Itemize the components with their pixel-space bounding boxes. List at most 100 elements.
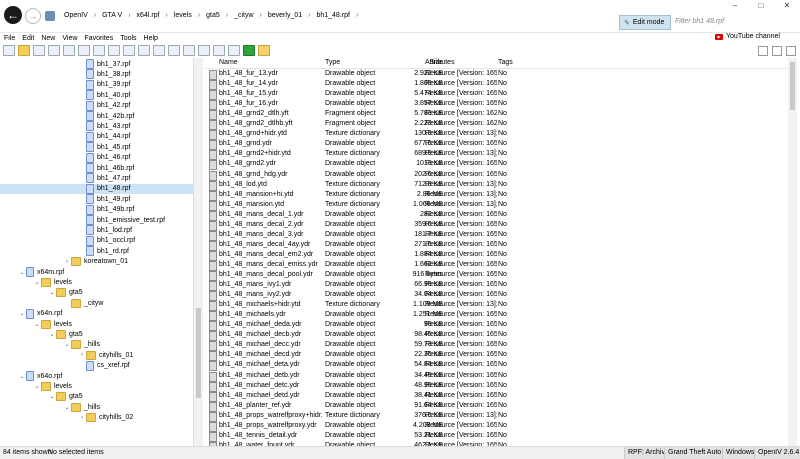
folder-tree[interactable]: bh1_37.rpf bh1_38.rpf bh1_39.rpf bh1_40.rpf… (0, 58, 194, 446)
table-row[interactable]: bh1_48_fur_14.ydr Drawable object 1.808 KB… (205, 79, 787, 91)
table-row[interactable]: bh1_48_michaels.ydr Drawable object 1.251 … (205, 310, 787, 322)
tree-item[interactable]: bh1_38.rpf (78, 69, 130, 80)
tree-item[interactable]: bh1_44.rpf (78, 131, 130, 142)
tree-item[interactable]: _cityw (63, 298, 103, 308)
tree-item[interactable]: ⌄ levels (33, 277, 72, 287)
chevron-down-icon[interactable]: ⌄ (48, 393, 56, 400)
table-row[interactable]: bh1_48_michael_deta.ydr Drawable object 54… (205, 360, 787, 372)
paste-icon[interactable] (93, 45, 105, 56)
chevron-down-icon[interactable]: ⌄ (63, 404, 71, 411)
table-row[interactable]: bh1_48_grnd2_dtlh.yft Fragment object 5.78… (205, 109, 787, 121)
table-row[interactable]: bh1_48_mans_ivy2.ydr Drawable object 34.04… (205, 290, 787, 302)
table-row[interactable]: bh1_48_michael_detc.ydr Drawable object 48… (205, 381, 787, 392)
tree-item[interactable]: bh1_49b.rpf (78, 204, 134, 215)
table-row[interactable]: bh1_48_mans_ivy1.ydr Drawable object 66.99… (205, 280, 787, 292)
chevron-down-icon[interactable]: ⌄ (18, 373, 26, 380)
properties-icon[interactable] (198, 45, 210, 56)
tree-item[interactable]: ⌄ levels (33, 319, 72, 329)
tree-item[interactable]: ⌄ x64m.rpf (18, 267, 64, 277)
table-row[interactable]: bh1_48_fur_13.ydr Drawable object 2.922 KB… (205, 69, 787, 80)
chevron-down-icon[interactable]: ⌄ (33, 383, 41, 390)
column-header-type[interactable]: Type (325, 58, 395, 68)
table-row[interactable]: bh1_48_grnd2_dtlhb.yft Fragment object 2.2… (205, 119, 787, 131)
column-header-name[interactable]: Name (219, 58, 323, 68)
chevron-down-icon[interactable]: ⌄ (18, 269, 26, 276)
edit-mode-button[interactable]: ✎ Edit mode (619, 15, 671, 30)
filter-input[interactable]: Filter bh1 48.rpf (675, 15, 795, 28)
table-row[interactable]: bh1_48_michaels+hidr.ytd Texture dictiona… (205, 300, 787, 312)
print-icon[interactable] (48, 45, 60, 56)
table-row[interactable]: bh1_48_grnd2+hidr.ytd Texture dictionary 6… (205, 149, 787, 161)
table-row[interactable]: bh1_48_mansion+hi.ytd Texture dictionary 2… (205, 190, 787, 201)
table-row[interactable]: bh1_48_michael_decc.ydr Drawable object 59… (205, 340, 787, 352)
breadcrumb-item[interactable]: bh1_48.rpf (310, 12, 355, 19)
tree-item[interactable]: bh1_48.rpf (0, 183, 193, 194)
chevron-down-icon[interactable]: ⌄ (18, 310, 26, 317)
table-row[interactable]: bh1_48_michael_decd.ydr Drawable object 22… (205, 350, 787, 362)
delete-icon[interactable] (108, 45, 120, 56)
tree-item[interactable]: cs_xref.rpf (78, 360, 130, 371)
tree-item[interactable]: ⌄ _hills (63, 402, 100, 412)
table-row[interactable]: bh1_48_mans_decal_2.ydr Drawable object 35… (205, 220, 787, 231)
tree-item[interactable]: bh1_47.rpf (78, 173, 130, 184)
info-icon[interactable] (213, 45, 225, 56)
toggle-details-icon[interactable] (786, 46, 796, 56)
menu-new[interactable]: New (37, 35, 58, 42)
table-row[interactable]: bh1_48_mans_decal_emiss.ydr Drawable obje… (205, 260, 787, 271)
table-row[interactable]: bh1_48_lod.ytd Texture dictionary 712.8 KB… (205, 180, 787, 191)
cut-icon[interactable] (63, 45, 75, 56)
column-header-attributes[interactable]: Attributes (425, 58, 497, 68)
tree-item[interactable]: bh1_49.rpf (78, 194, 130, 205)
tree-item[interactable]: bh1_43.rpf (78, 121, 130, 132)
tree-item[interactable]: bh1_42b.rpf (78, 111, 134, 121)
breadcrumb-item[interactable]: x64l.rpf (131, 12, 166, 19)
list-scrollbar-thumb[interactable] (790, 62, 795, 110)
tree-item[interactable]: ⌄ x64o.rpf (18, 371, 62, 381)
toggle-preview-icon[interactable] (772, 46, 782, 56)
redo-icon[interactable] (153, 45, 165, 56)
tree-item[interactable]: ⌄ x64n.rpf (18, 308, 62, 319)
add-icon[interactable] (243, 45, 255, 56)
tree-item[interactable]: › cityhills_01 (78, 350, 133, 360)
tree-scrollbar[interactable] (194, 58, 203, 446)
table-row[interactable]: bh1_48_props_watrelfproxy+hidr.ytd Textur… (205, 411, 787, 422)
chevron-down-icon[interactable]: ⌄ (63, 341, 71, 348)
tree-item[interactable]: bh1_rd.rpf (78, 246, 129, 257)
tree-item[interactable]: bh1_46b.rpf (78, 163, 134, 173)
youtube-channel-link[interactable]: ▶ YouTube channel (715, 33, 780, 40)
table-row[interactable]: bh1_48_mans_decal_pool.ydr Drawable objec… (205, 270, 787, 281)
tree-item[interactable]: bh1_occl.rpf (78, 235, 135, 246)
minimize-button[interactable]: – (722, 0, 748, 12)
table-row[interactable]: bh1_48_mans_decal_4ay.ydr Drawable object… (205, 240, 787, 251)
tree-item[interactable]: bh1_lod.rpf (78, 225, 132, 236)
table-row[interactable]: bh1_48_mansion.ytd Texture dictionary 1.06… (205, 200, 787, 211)
new-folder-icon[interactable] (258, 45, 270, 56)
table-row[interactable]: bh1_48_michael_detd.ydr Drawable object 38… (205, 391, 787, 402)
breadcrumb-item[interactable]: _cityw (228, 12, 259, 19)
export-icon[interactable] (168, 45, 180, 56)
tree-item[interactable]: › koreatown_01 (63, 257, 128, 267)
table-row[interactable]: bh1_48_grnd_hdg.ydr Drawable object 202.6 … (205, 170, 787, 181)
tree-item[interactable]: bh1_45.rpf (78, 142, 130, 153)
import-icon[interactable] (183, 45, 195, 56)
table-row[interactable]: bh1_48_mans_decal_1.ydr Drawable object 28… (205, 210, 787, 221)
tree-item[interactable]: ⌄ gta5 (48, 329, 83, 339)
table-row[interactable]: bh1_48_planter_ref.ydr Drawable object 91.… (205, 401, 787, 412)
new-document-icon[interactable] (3, 45, 15, 56)
tree-item[interactable]: › cityhills_02 (78, 413, 133, 423)
undo-icon[interactable] (138, 45, 150, 56)
open-folder-icon[interactable] (18, 45, 30, 56)
menu-tools[interactable]: Tools (116, 35, 139, 42)
tree-item[interactable]: ⌄ _hills (63, 340, 100, 350)
tree-item[interactable]: bh1_42.rpf (78, 100, 130, 111)
breadcrumb-item[interactable]: beverly_01 (262, 12, 308, 19)
tree-item[interactable]: bh1_46.rpf (78, 152, 130, 163)
table-row[interactable]: bh1_48_fur_15.ydr Drawable object 5.474 KB… (205, 89, 787, 101)
chevron-right-icon[interactable]: › (78, 415, 86, 421)
table-row[interactable]: bh1_48_michael_detb.ydr Drawable object 34… (205, 371, 787, 382)
copy-icon[interactable] (78, 45, 90, 56)
list-scrollbar[interactable] (788, 58, 797, 446)
tree-item[interactable]: bh1_39.rpf (78, 79, 130, 90)
chevron-right-icon[interactable]: › (63, 259, 71, 265)
table-row[interactable]: bh1_48_michael_deda.ydr Drawable object 98… (205, 320, 787, 332)
